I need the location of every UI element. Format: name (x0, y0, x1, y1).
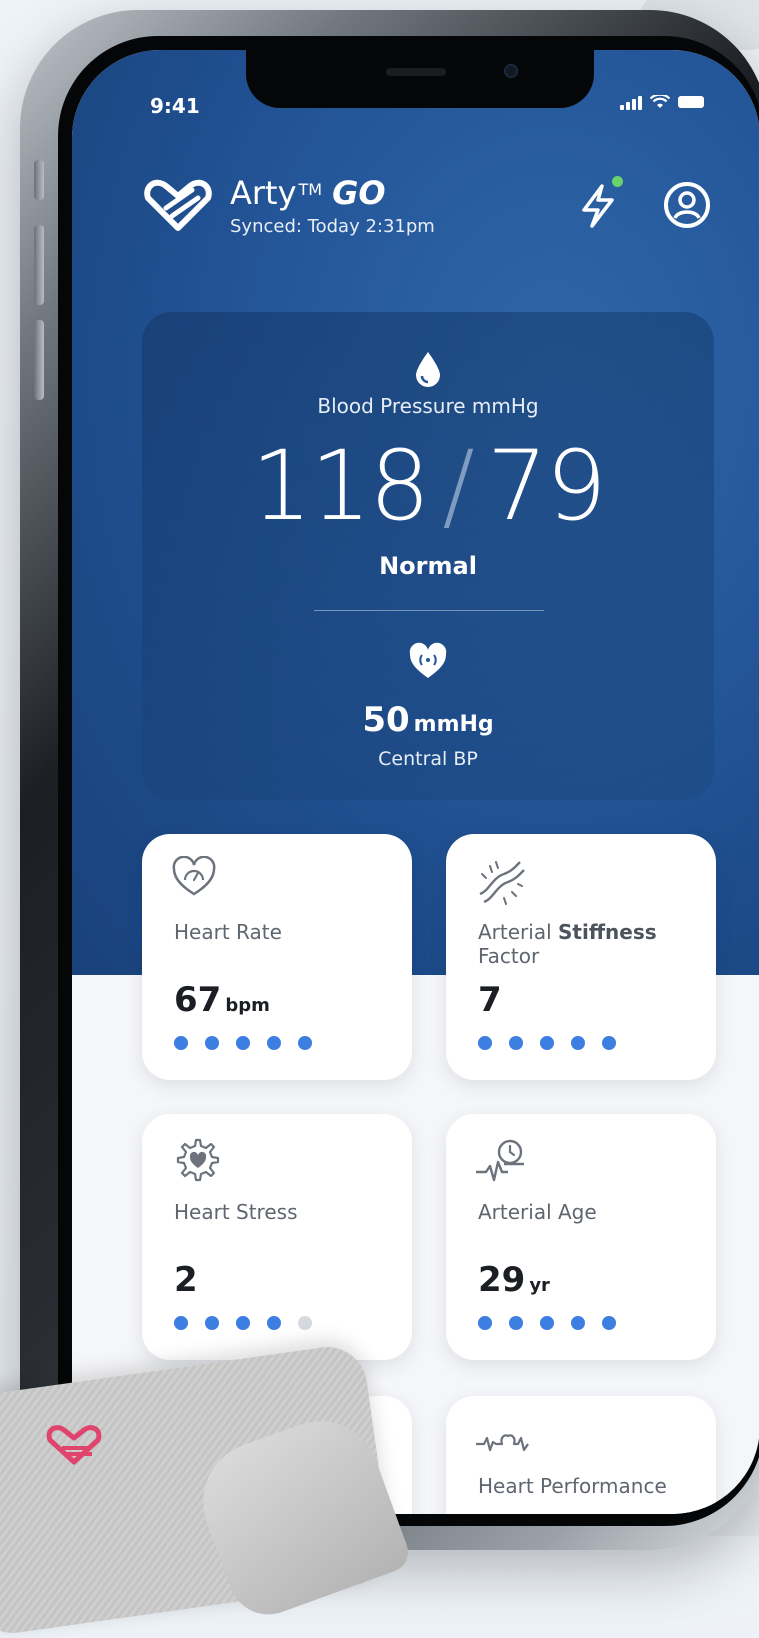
metric-name: Arterial Stiffness Factor (478, 920, 657, 968)
level-dot (298, 1316, 312, 1330)
central-bp-value: 50 mmHg (142, 700, 714, 740)
level-dot (267, 1036, 281, 1050)
metric-value: 67 bpm (174, 980, 270, 1020)
speaker (386, 68, 446, 76)
level-dot (236, 1316, 250, 1330)
volume-down-button (34, 320, 44, 400)
central-bp-number: 50 (362, 700, 410, 740)
metric-value: 29 yr (478, 1260, 550, 1300)
phone-frame: 9:41 Arty TM GO Synced: Today 2:31pm Blo… (20, 10, 759, 1550)
metric-name: Heart Performance (478, 1474, 667, 1498)
arterial-age-card[interactable]: Arterial Age 29 yr (446, 1114, 716, 1360)
heartbeat-icon (476, 1434, 529, 1452)
level-dot (298, 1036, 312, 1050)
metric-number: 67 (174, 980, 222, 1020)
battery-icon (678, 96, 704, 108)
metric-value: 2 (174, 1260, 198, 1300)
heart-gauge-icon (172, 856, 216, 896)
systolic-value: 118 (251, 430, 430, 542)
app-name: Arty (230, 174, 297, 212)
central-bp-unit: mmHg (413, 712, 494, 737)
status-time: 9:41 (150, 94, 200, 118)
level-dot (205, 1036, 219, 1050)
metric-name-part: Stiffness (558, 920, 657, 944)
bp-values: 118/79 (142, 430, 714, 542)
level-dot (540, 1316, 554, 1330)
pulse-clock-icon (476, 1139, 524, 1182)
level-dot (540, 1036, 554, 1050)
sync-status: Synced: Today 2:31pm (230, 216, 435, 237)
artery-icon (479, 861, 525, 905)
central-bp-label: Central BP (378, 748, 478, 770)
level-dots (478, 1036, 616, 1050)
level-dot (478, 1316, 492, 1330)
level-dot (509, 1036, 523, 1050)
connection-indicator (612, 176, 623, 187)
arty-logo-icon (144, 179, 212, 231)
bp-label: Blood Pressure mmHg (317, 394, 539, 418)
wifi-icon (650, 95, 670, 108)
bp-separator: / (442, 430, 474, 542)
level-dots (174, 1316, 312, 1330)
level-dot (571, 1036, 585, 1050)
metric-name: Heart Stress (174, 1200, 298, 1224)
signal-icon (620, 94, 642, 110)
gear-heart-icon (176, 1138, 220, 1182)
app-title: Arty TM GO (230, 174, 386, 212)
heart-pulse-icon (409, 642, 447, 678)
notch (246, 50, 594, 108)
level-dot (267, 1316, 281, 1330)
heart-stress-card[interactable]: Heart Stress 2 (142, 1114, 412, 1360)
bp-status: Normal (379, 552, 477, 580)
metric-name-part: Factor (478, 944, 540, 968)
metric-name: Arterial Age (478, 1200, 597, 1224)
level-dots (174, 1036, 312, 1050)
divider (314, 610, 544, 611)
metric-number: 7 (478, 980, 502, 1020)
level-dot (236, 1036, 250, 1050)
level-dot (205, 1316, 219, 1330)
level-dot (602, 1316, 616, 1330)
metric-value: 7 (478, 980, 502, 1020)
metric-unit: yr (529, 1275, 550, 1296)
phone-screen: 9:41 Arty TM GO Synced: Today 2:31pm Blo… (72, 50, 759, 1514)
diastolic-value: 79 (486, 430, 607, 542)
status-icons (620, 94, 704, 110)
level-dot (478, 1036, 492, 1050)
mute-switch (34, 160, 44, 200)
trademark: TM (298, 180, 323, 199)
level-dot (602, 1036, 616, 1050)
app-suffix: GO (332, 174, 386, 212)
profile-icon[interactable] (662, 180, 712, 230)
metric-number: 29 (478, 1260, 526, 1300)
arterial-stiffness-card[interactable]: Arterial Stiffness Factor 7 (446, 834, 716, 1080)
metric-name-part: Arterial (478, 920, 558, 944)
volume-up-button (34, 225, 44, 305)
level-dot (174, 1316, 188, 1330)
level-dots (478, 1316, 616, 1330)
lightning-icon[interactable] (576, 182, 620, 230)
level-dot (174, 1036, 188, 1050)
metric-unit: bpm (225, 995, 270, 1016)
level-dot (509, 1316, 523, 1330)
level-dot (571, 1316, 585, 1330)
blood-pressure-card[interactable]: Blood Pressure mmHg 118/79 Normal 50 mmHg… (142, 312, 714, 800)
metric-name: Heart Rate (174, 920, 282, 944)
front-camera (504, 64, 518, 78)
metric-number: 2 (174, 1260, 198, 1300)
heart-rate-card[interactable]: Heart Rate 67 bpm (142, 834, 412, 1080)
cuff-logo-icon (46, 1425, 102, 1465)
heart-performance-card[interactable]: Heart Performance (446, 1396, 716, 1514)
drop-icon (416, 352, 440, 387)
